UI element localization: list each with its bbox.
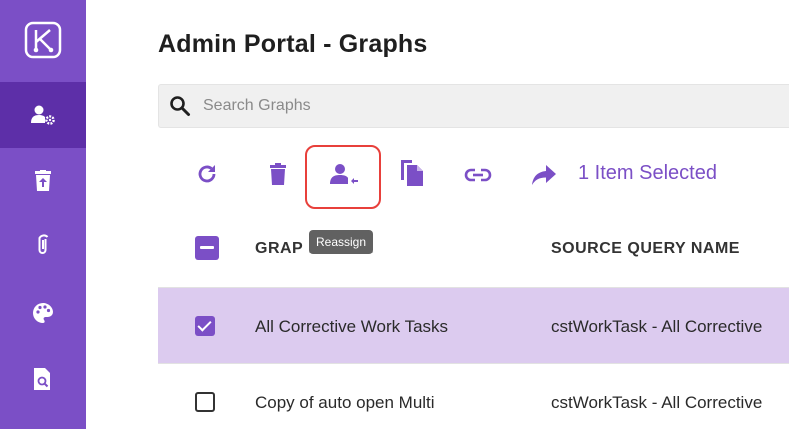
refresh-button[interactable]	[193, 160, 221, 188]
source-query-cell: cstWorkTask - All Corrective	[551, 393, 763, 412]
select-all-checkbox[interactable]	[195, 236, 219, 260]
sidebar-item-themes[interactable]	[0, 280, 86, 346]
sidebar	[0, 0, 86, 429]
file-search-icon	[34, 368, 50, 390]
sidebar-item-restore[interactable]	[0, 148, 86, 214]
k-logo-icon[interactable]	[24, 21, 62, 59]
table-row[interactable]: All Corrective Work Tasks cstWorkTask - …	[158, 287, 789, 363]
search-icon	[169, 95, 191, 122]
reassign-tooltip: Reassign	[309, 230, 374, 254]
selection-count: 1 Item Selected	[578, 162, 717, 184]
share-icon	[532, 165, 556, 185]
graph-name-cell: All Corrective Work Tasks	[255, 317, 449, 336]
delete-icon	[270, 163, 286, 185]
row-checkbox[interactable]	[195, 316, 215, 336]
paperclip-icon	[38, 234, 49, 254]
column-header-source-query-name[interactable]: SOURCE QUERY NAME	[551, 240, 740, 258]
search-bar	[158, 84, 789, 128]
delete-button[interactable]	[266, 160, 290, 188]
reassign-button[interactable]	[328, 160, 360, 190]
share-button[interactable]	[530, 162, 558, 188]
link-icon	[464, 168, 492, 182]
search-input[interactable]	[203, 93, 763, 119]
reassign-icon	[330, 164, 358, 184]
column-header-graph-name[interactable]: GRAP	[255, 240, 303, 258]
page-title: Admin Portal - Graphs	[158, 30, 428, 58]
sidebar-item-file-search[interactable]	[0, 346, 86, 412]
graph-name-cell: Copy of auto open Multi	[255, 393, 435, 412]
table-row[interactable]: Copy of auto open Multi cstWorkTask - Al…	[158, 363, 789, 429]
link-button[interactable]	[463, 162, 493, 188]
row-checkbox[interactable]	[195, 392, 215, 412]
sidebar-item-attachments[interactable]	[0, 212, 86, 278]
source-query-cell: cstWorkTask - All Corrective	[551, 317, 763, 336]
user-settings-icon	[31, 105, 55, 125]
sidebar-item-user-admin[interactable]	[0, 82, 86, 148]
trash-restore-icon	[35, 170, 51, 191]
copy-icon	[401, 160, 423, 186]
palette-icon	[33, 303, 53, 323]
refresh-icon	[198, 165, 216, 183]
copy-button[interactable]	[397, 158, 427, 188]
